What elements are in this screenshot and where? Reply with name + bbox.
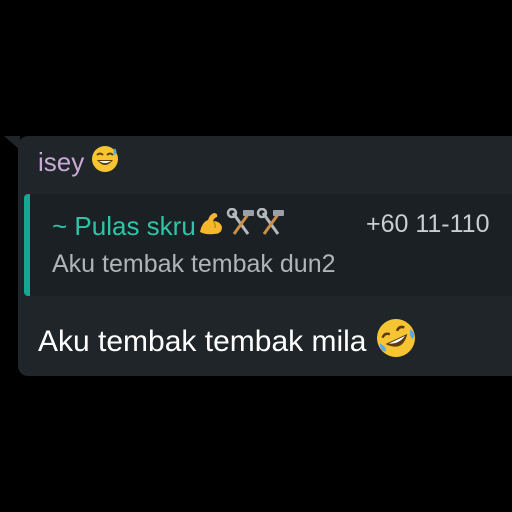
quote-author-row: ~ Pulas skru bbox=[52, 207, 286, 245]
quote-author-phone: +60 11-110 bbox=[366, 210, 490, 238]
flexed-biceps-emoji-icon bbox=[196, 208, 226, 245]
hammer-and-wrench-emoji-icon bbox=[256, 207, 286, 245]
sender-name[interactable]: isey bbox=[38, 147, 84, 178]
message-row: Aku tembak tembak mila bbox=[38, 316, 418, 368]
message-text: Aku tembak tembak mila bbox=[38, 325, 367, 358]
hammer-and-wrench-emoji-icon bbox=[226, 207, 256, 245]
sender-row: isey bbox=[38, 144, 120, 181]
message-bubble[interactable]: isey ~ Pulas skru +60 11-110 Aku tembak … bbox=[18, 136, 512, 376]
rolling-on-floor-laughing-emoji-icon bbox=[374, 316, 418, 368]
quoted-message[interactable]: ~ Pulas skru +60 11-110 Aku tembak temba… bbox=[24, 194, 512, 296]
quote-author-name: ~ Pulas skru bbox=[52, 211, 196, 241]
grinning-sweat-emoji-icon bbox=[90, 144, 120, 181]
quote-accent-bar bbox=[24, 194, 30, 296]
quote-text: Aku tembak tembak dun2 bbox=[52, 250, 336, 278]
chat-screen: isey ~ Pulas skru +60 11-110 Aku tembak … bbox=[0, 0, 512, 512]
